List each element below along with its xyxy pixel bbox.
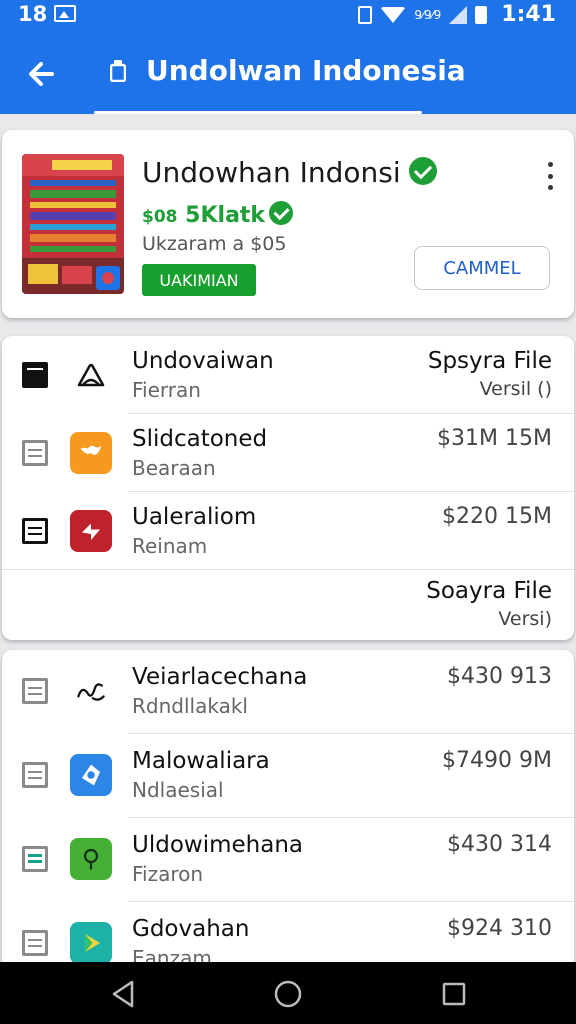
size-info: Ukzaram a $05	[142, 233, 287, 255]
app-sub: Fizaron	[132, 862, 204, 886]
app-list-card: Veiarlacechana Rdndllakakl $430 913 Malo…	[2, 650, 574, 980]
list-item[interactable]: Malowaliara Ndlaesial $7490 9M	[2, 736, 574, 818]
recycle-outline-icon	[70, 354, 112, 396]
app-sub: Rdndllakakl	[132, 694, 248, 718]
price-prefix: $08	[142, 207, 178, 227]
file-checkbox[interactable]	[22, 362, 48, 388]
file-list-card: Undovaiwan Fierran Spsyra File Versil ()…	[2, 336, 574, 640]
app-checkbox[interactable]	[22, 930, 48, 956]
play-icon	[70, 922, 112, 964]
verified-check-icon	[408, 157, 437, 185]
script-glyph-icon	[70, 670, 112, 712]
app-sub: Ndlaesial	[132, 778, 224, 802]
price-line: $08 5Klatk	[142, 201, 294, 228]
app-name: Malowaliara	[132, 748, 270, 774]
app-amount: $924 310	[447, 916, 552, 941]
app-name-text: Undowhan Indonsi	[142, 156, 401, 189]
status-badge[interactable]: UAKIMIAN	[142, 264, 256, 296]
nfc-icon	[358, 5, 373, 24]
file-version: Versil ()	[479, 378, 552, 400]
verified-check-small-icon	[269, 201, 294, 225]
status-left-text: 18	[18, 2, 48, 26]
back-arrow-icon	[29, 62, 54, 86]
app-checkbox[interactable]	[22, 678, 48, 704]
file-sub: Reinam	[132, 534, 208, 558]
footer-sub: Versi)	[498, 608, 552, 630]
list-item[interactable]: Ualeraliom Reinam $220 15M	[2, 492, 574, 570]
app-name: Veiarlacechana	[132, 664, 308, 690]
list-item[interactable]: Uldowimehana Fizaron $430 314	[2, 820, 574, 902]
cancel-button[interactable]: CAMMEL	[414, 246, 550, 290]
app-name: Uldowimehana	[132, 832, 303, 858]
file-sub: Fierran	[132, 378, 201, 402]
file-checkbox[interactable]	[22, 518, 48, 544]
app-thumbnail	[22, 154, 124, 294]
app-amount: $7490 9M	[442, 748, 552, 773]
cancel-button-label: CAMMEL	[443, 257, 521, 279]
title-tab[interactable]: Undolwan Indonesia	[94, 52, 466, 114]
tab-indicator	[94, 111, 422, 114]
home-circle-icon[interactable]	[272, 978, 304, 1010]
wifi-icon	[380, 6, 407, 23]
app-name: Gdovahan	[132, 916, 250, 942]
cell-signal-icon	[449, 5, 468, 24]
file-name: Undovaiwan	[132, 348, 274, 374]
shield-compass-icon	[70, 754, 112, 796]
app-amount: $430 913	[447, 664, 552, 689]
page-title: Undolwan Indonesia	[146, 54, 466, 87]
arrow-right-icon	[70, 510, 112, 552]
app-header-card: Undowhan Indonsi $08 5Klatk Ukzaram a $0…	[2, 130, 574, 318]
file-amount: Spsyra File	[427, 348, 552, 374]
file-amount: $31M 15M	[437, 426, 552, 451]
file-amount: $220 15M	[442, 504, 552, 529]
file-name: Ualeraliom	[132, 504, 257, 530]
price-text: 5Klatk	[185, 203, 266, 228]
app-amount: $430 314	[447, 832, 552, 857]
lock-icon	[110, 60, 126, 82]
status-bar: 18 9⁄9⁄9 1:41	[0, 0, 576, 32]
list-item[interactable]: Undovaiwan Fierran Spsyra File Versil ()	[2, 336, 574, 414]
list-footer[interactable]: Soayra File Versi)	[2, 570, 574, 640]
app-checkbox[interactable]	[22, 762, 48, 788]
footer-title: Soayra File	[426, 578, 552, 604]
file-checkbox[interactable]	[22, 440, 48, 466]
list-item[interactable]: Veiarlacechana Rdndllakakl $430 913	[2, 652, 574, 734]
pin-icon	[70, 838, 112, 880]
app-bar: 18 9⁄9⁄9 1:41 Undolwan Indonesia	[0, 0, 576, 114]
app-name: Undowhan Indonsi	[142, 156, 437, 189]
more-options-icon[interactable]	[544, 162, 556, 190]
file-sub: Bearaan	[132, 456, 216, 480]
status-badge-label: UAKIMIAN	[159, 270, 239, 290]
recents-square-icon[interactable]	[438, 978, 470, 1010]
back-button[interactable]	[22, 54, 62, 94]
file-name: Slidcatoned	[132, 426, 268, 452]
battery-icon	[475, 5, 488, 24]
status-clock: 1:41	[501, 2, 556, 27]
list-item[interactable]: Slidcatoned Bearaan $31M 15M	[2, 414, 574, 492]
back-triangle-icon[interactable]	[108, 978, 140, 1010]
image-notification-icon	[54, 5, 76, 22]
signal-text: 9⁄9⁄9	[414, 7, 442, 22]
system-nav-bar	[0, 962, 576, 1024]
bird-icon	[70, 432, 112, 474]
app-checkbox[interactable]	[22, 846, 48, 872]
